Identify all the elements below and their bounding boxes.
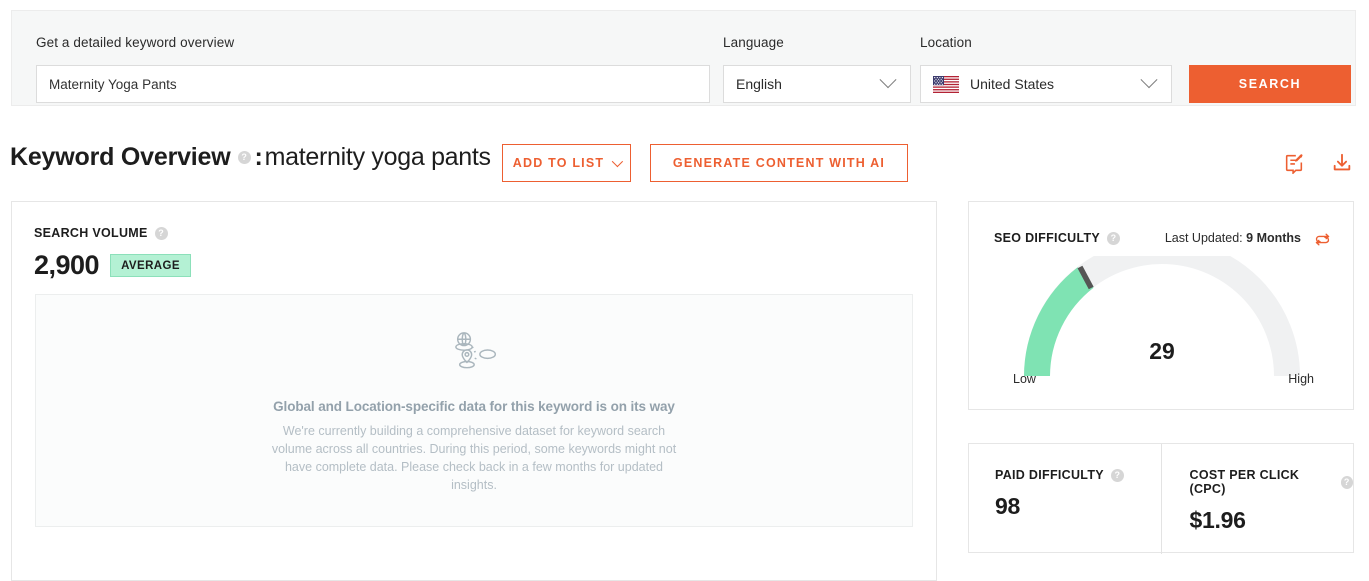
edit-note-icon[interactable] — [1283, 152, 1305, 174]
last-updated: Last Updated: 9 Months — [1165, 231, 1301, 245]
gauge-high-label: High — [1288, 372, 1314, 386]
help-icon[interactable]: ? — [237, 150, 251, 164]
download-icon[interactable] — [1331, 152, 1353, 174]
header-actions — [1283, 152, 1353, 174]
cpc-label: COST PER CLICK (CPC) ? — [1190, 468, 1356, 496]
cpc-value: $1.96 — [1189, 507, 1246, 533]
location-label: Location — [920, 35, 972, 50]
help-icon[interactable]: ? — [1340, 475, 1353, 489]
search-volume-card: SEARCH VOLUME ? 2,900 AVERAGE Global and… — [11, 201, 937, 581]
search-volume-badge: AVERAGE — [110, 254, 191, 277]
language-label: Language — [723, 35, 784, 50]
seo-difficulty-value: 29 — [1149, 338, 1175, 364]
seo-difficulty-card: SEO DIFFICULTY ? Last Updated: 9 Months … — [968, 201, 1354, 410]
add-to-list-label: ADD TO LIST — [512, 156, 605, 170]
search-volume-value: 2,900 — [34, 250, 100, 280]
page-title-keyword: maternity yoga pants — [264, 143, 491, 171]
paid-difficulty-value: 98 — [995, 493, 1020, 519]
chevron-down-icon — [1140, 71, 1158, 89]
paid-difficulty-label-text: PAID DIFFICULTY — [995, 468, 1104, 482]
help-icon[interactable]: ? — [1107, 231, 1121, 245]
us-flag-icon — [933, 75, 959, 93]
paid-metrics-card: PAID DIFFICULTY ? 98 COST PER CLICK (CPC… — [968, 443, 1355, 554]
paid-metrics-row: PAID DIFFICULTY ? 98 COST PER CLICK (CPC… — [969, 444, 1355, 554]
seo-difficulty-gauge: 29 Low High — [997, 238, 1327, 386]
search-button[interactable]: SEARCH — [1189, 65, 1351, 103]
help-icon[interactable]: ? — [1110, 468, 1124, 482]
globe-location-icon — [455, 332, 497, 369]
page-header: Keyword Overview ? : maternity yoga pant… — [0, 140, 1369, 194]
last-updated-value: 9 Months — [1246, 231, 1301, 245]
refresh-icon[interactable] — [1312, 229, 1333, 250]
page-title: Keyword Overview ? : maternity yoga pant… — [10, 140, 491, 174]
chevron-down-icon — [611, 155, 624, 168]
language-select-value: English — [736, 76, 782, 92]
language-select[interactable]: English — [723, 65, 911, 103]
location-select[interactable]: United States — [920, 65, 1172, 103]
keyword-input[interactable] — [36, 65, 710, 103]
location-select-value: United States — [970, 76, 1055, 92]
keyword-search-bar: Get a detailed keyword overview Language… — [11, 10, 1356, 106]
empty-state-title: Global and Location-specific data for th… — [273, 399, 675, 414]
title-separator: : — [254, 143, 263, 171]
search-volume-label-text: SEARCH VOLUME — [34, 226, 148, 240]
add-to-list-button[interactable]: ADD TO LIST — [502, 144, 631, 182]
last-updated-prefix: Last Updated: — [1164, 231, 1243, 245]
gauge-svg — [1024, 238, 1300, 377]
seo-difficulty-label-text: SEO DIFFICULTY — [994, 231, 1101, 245]
page-title-text: Keyword Overview — [10, 143, 231, 171]
empty-state-body: We're currently building a comprehensive… — [271, 424, 677, 492]
keyword-input-label: Get a detailed keyword overview — [36, 35, 235, 50]
search-volume-value-row: 2,900 AVERAGE — [34, 250, 191, 281]
paid-difficulty-label: PAID DIFFICULTY ? — [995, 468, 1161, 482]
gauge-low-label: Low — [1013, 372, 1036, 386]
search-volume-empty-state: Global and Location-specific data for th… — [35, 294, 913, 527]
seo-difficulty-label: SEO DIFFICULTY ? — [994, 231, 1122, 245]
cpc-label-text: COST PER CLICK (CPC) — [1189, 468, 1300, 496]
paid-difficulty-metric: PAID DIFFICULTY ? 98 — [969, 444, 1161, 554]
help-icon[interactable]: ? — [154, 226, 168, 240]
generate-content-button[interactable]: GENERATE CONTENT WITH AI — [650, 144, 908, 182]
cpc-metric: COST PER CLICK (CPC) ? $1.96 — [1160, 444, 1356, 554]
search-volume-label: SEARCH VOLUME ? — [34, 226, 170, 240]
chevron-down-icon — [879, 71, 897, 89]
